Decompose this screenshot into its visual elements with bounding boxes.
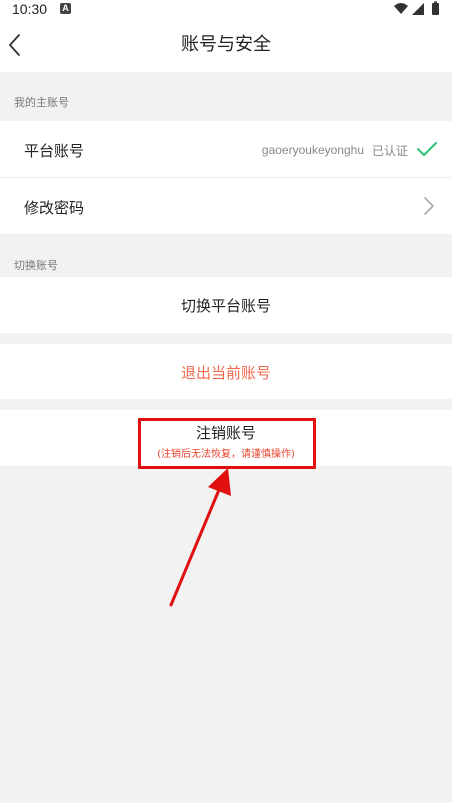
switch-account-button[interactable]: 切换平台账号	[0, 277, 452, 333]
navigation-bar: 账号与安全	[0, 18, 452, 72]
platform-account-value: gaoeryoukeyonghu	[261, 143, 364, 157]
wifi-icon	[394, 3, 408, 14]
battery-icon	[432, 3, 439, 15]
change-password-row[interactable]: 修改密码	[0, 178, 452, 234]
chevron-right-icon	[424, 197, 434, 215]
main-account-card: 平台账号 gaoeryoukeyonghu 已认证 修改密码	[0, 121, 452, 234]
check-icon	[417, 142, 437, 156]
notification-a-icon: A	[60, 3, 71, 14]
logout-label: 退出当前账号	[180, 364, 271, 382]
switch-account-label: 切换平台账号	[180, 297, 271, 315]
change-password-label: 修改密码	[24, 199, 85, 217]
verified-status: 已认证	[371, 144, 408, 158]
signal-icon	[412, 3, 424, 15]
page-title: 账号与安全	[181, 34, 271, 55]
annotation-highlight-box	[138, 418, 316, 469]
status-icons	[394, 1, 439, 15]
back-arrow-icon[interactable]	[4, 32, 30, 58]
status-time: 10:30	[12, 1, 48, 17]
platform-account-label: 平台账号	[24, 142, 85, 160]
section-header-switch-account: 切换账号	[14, 259, 58, 272]
status-bar: 10:30 A	[0, 0, 452, 18]
section-header-main-account: 我的主账号	[14, 96, 69, 109]
logout-button[interactable]: 退出当前账号	[0, 344, 452, 399]
platform-account-row[interactable]: 平台账号 gaoeryoukeyonghu 已认证	[0, 121, 452, 177]
